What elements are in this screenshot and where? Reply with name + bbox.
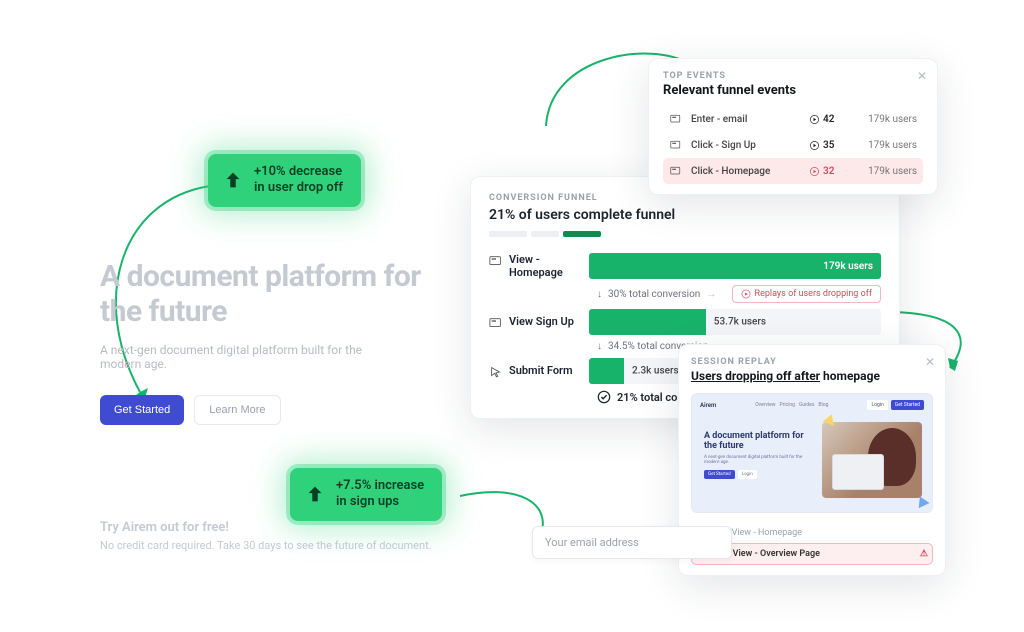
trial-subtitle: No credit card required. Take 30 days to… bbox=[100, 539, 460, 552]
trial-block: Try Airem out for free! No credit card r… bbox=[100, 520, 460, 552]
events-label: TOP EVENTS bbox=[663, 71, 923, 81]
arrow-down-icon: ↓ bbox=[597, 341, 602, 352]
replay-thumbnail[interactable]: Airem OverviewPricingGuidesBlog Login Ge… bbox=[691, 393, 933, 513]
event-users: 179k users bbox=[863, 166, 917, 177]
event-name: Click - Sign Up bbox=[691, 140, 801, 151]
thumb-getstarted: Get Started bbox=[891, 400, 924, 410]
conversion-text: 30% total conversion bbox=[608, 289, 700, 300]
stat-badge-text: +10% decrease in user drop off bbox=[254, 164, 343, 195]
event-count: 42 bbox=[809, 114, 855, 125]
funnel-step-users: 179k users bbox=[823, 261, 873, 272]
play-icon bbox=[809, 140, 820, 151]
play-icon bbox=[741, 289, 751, 299]
learn-more-button[interactable]: Learn More bbox=[194, 395, 280, 425]
hero-block: A document platform for the future A nex… bbox=[100, 260, 440, 425]
stat-badge-text: +7.5% increase in sign ups bbox=[336, 478, 424, 509]
funnel-mini-bars bbox=[489, 231, 881, 237]
funnel-step: View - Homepage 179k users bbox=[489, 253, 881, 279]
stat-badge-dropoff: +10% decrease in user drop off bbox=[208, 154, 361, 207]
cursor-icon bbox=[489, 365, 503, 379]
event-row[interactable]: Enter - email 42 179k users bbox=[663, 106, 923, 132]
get-started-button[interactable]: Get Started bbox=[100, 395, 184, 425]
event-count: 32 bbox=[809, 166, 855, 177]
events-title: Relevant funnel events bbox=[663, 83, 923, 98]
replay-label: SESSION REPLAY bbox=[691, 357, 933, 367]
arrow-down-icon: ↓ bbox=[597, 289, 602, 300]
event-name: Enter - email bbox=[691, 114, 801, 125]
page-icon bbox=[669, 165, 683, 177]
funnel-step-name: View - Homepage bbox=[509, 253, 589, 279]
email-input[interactable]: Your email address bbox=[532, 526, 732, 559]
play-icon bbox=[809, 166, 820, 177]
thumb-nav: OverviewPricingGuidesBlog bbox=[755, 402, 828, 408]
funnel-title: 21% of users complete funnel bbox=[489, 207, 881, 223]
event-row[interactable]: Click - Sign Up 35 179k users bbox=[663, 132, 923, 158]
play-icon bbox=[809, 114, 820, 125]
replay-title: Users dropping off after homepage bbox=[691, 369, 933, 383]
event-users: 179k users bbox=[863, 114, 917, 125]
funnel-step-users: 53.7k users bbox=[714, 317, 766, 328]
thumb-sub: A next-gen document digital platform bui… bbox=[704, 455, 814, 465]
stat-badge-signups: +7.5% increase in sign ups bbox=[290, 468, 442, 521]
top-events-card: ✕ TOP EVENTS Relevant funnel events Ente… bbox=[648, 58, 938, 195]
funnel-step-name: Submit Form bbox=[509, 364, 573, 377]
check-circle-icon bbox=[597, 390, 611, 404]
funnel-step-name: View Sign Up bbox=[509, 315, 574, 328]
arrow-up-icon bbox=[222, 169, 244, 191]
funnel-step: View Sign Up 53.7k users bbox=[489, 309, 881, 335]
arrow-up-icon bbox=[304, 483, 326, 505]
replay-event-text: View - Homepage bbox=[732, 528, 802, 538]
thumb-brand: Airem bbox=[700, 402, 716, 409]
hero-subtitle: A next-gen document digital platform bui… bbox=[100, 343, 380, 371]
trial-title: Try Airem out for free! bbox=[100, 520, 460, 535]
thumb-photo bbox=[822, 422, 922, 498]
close-icon[interactable]: ✕ bbox=[925, 355, 935, 369]
hero-title: A document platform for the future bbox=[100, 260, 440, 329]
event-name: Click - Homepage bbox=[691, 166, 801, 177]
page-icon bbox=[669, 139, 683, 151]
replays-pill[interactable]: Replays of users dropping off bbox=[732, 285, 881, 303]
event-users: 179k users bbox=[863, 140, 917, 151]
thumb-login: Login bbox=[867, 400, 887, 410]
page-icon bbox=[489, 316, 503, 330]
thumb-headline: A document platform for the future bbox=[704, 432, 814, 452]
page-icon bbox=[489, 254, 503, 268]
page-icon bbox=[669, 113, 683, 125]
close-icon[interactable]: ✕ bbox=[917, 69, 927, 83]
warning-icon: ⚠ bbox=[920, 549, 928, 559]
funnel-between-row: ↓ 30% total conversion → Replays of user… bbox=[597, 285, 881, 303]
event-row[interactable]: Click - Homepage 32 179k users bbox=[663, 158, 923, 184]
replay-event-text: View - Overview Page bbox=[733, 549, 820, 559]
event-count: 35 bbox=[809, 140, 855, 151]
funnel-step-users: 2.3k users bbox=[632, 366, 679, 377]
